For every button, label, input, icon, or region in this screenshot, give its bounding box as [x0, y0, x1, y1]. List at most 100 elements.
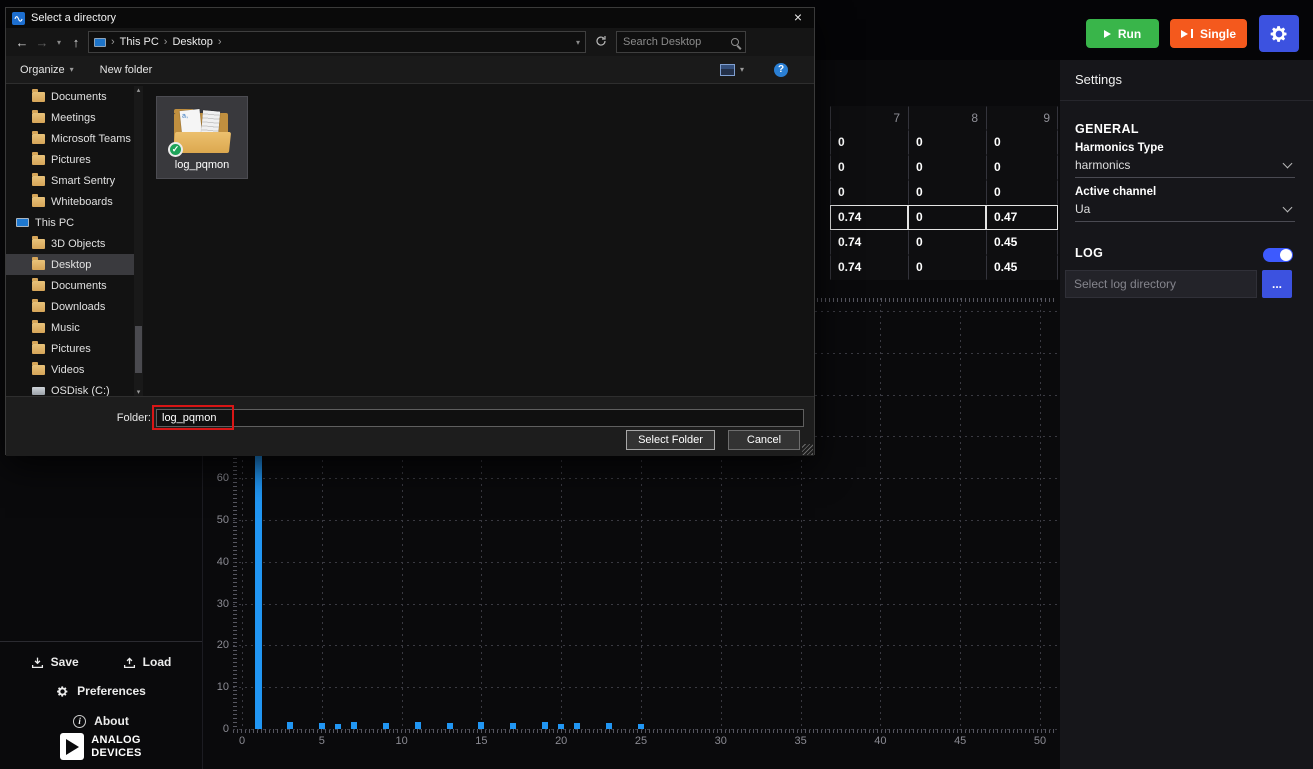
scroll-up-icon[interactable]: ▴ [134, 86, 143, 94]
breadcrumb-item-this-pc[interactable]: This PC [120, 36, 159, 48]
organize-label: Organize [20, 64, 65, 76]
chart-bar-h11 [415, 722, 421, 729]
tree-item-3d-objects[interactable]: 3D Objects [6, 233, 134, 254]
y-tick-label: 40 [201, 556, 229, 568]
info-icon: i [73, 715, 86, 728]
table-header-row: 789 [830, 106, 1058, 130]
about-button[interactable]: i About [0, 714, 202, 728]
browse-log-directory-button[interactable]: ... [1262, 270, 1292, 298]
folder-name-input[interactable] [156, 409, 804, 427]
cancel-button[interactable]: Cancel [728, 430, 800, 450]
toolbar-right-icons: ▾ ? [720, 63, 800, 77]
tree-item-smart-sentry[interactable]: Smart Sentry [6, 170, 134, 191]
folder-icon: a,✓ [173, 105, 231, 153]
harmonics-type-dropdown[interactable]: harmonics [1075, 154, 1295, 178]
tree-item-documents[interactable]: Documents [6, 275, 134, 296]
general-heading: GENERAL [1075, 122, 1139, 136]
tree-item-meetings[interactable]: Meetings [6, 107, 134, 128]
folder-icon [32, 365, 45, 375]
table-header-cell: 9 [986, 106, 1058, 130]
history-dropdown-icon[interactable]: ▾ [54, 38, 64, 47]
organize-button[interactable]: Organize ▾ [20, 64, 74, 76]
back-button[interactable]: ← [14, 35, 30, 50]
preferences-button[interactable]: Preferences [0, 684, 202, 698]
table-row[interactable]: 000 [830, 155, 1058, 180]
table-row[interactable]: 000 [830, 130, 1058, 155]
search-placeholder: Search Desktop [623, 36, 731, 48]
chart-bar-h25 [638, 724, 644, 729]
chevron-down-icon: ▾ [70, 65, 74, 74]
help-icon[interactable]: ? [774, 63, 788, 77]
active-channel-dropdown[interactable]: Ua [1075, 198, 1295, 222]
tree-scrollbar[interactable]: ▴ ▾ [134, 86, 143, 396]
logo-triangle-box [60, 733, 84, 760]
scroll-down-icon[interactable]: ▾ [134, 388, 143, 396]
search-input[interactable]: Search Desktop [616, 31, 746, 53]
h-gridline [233, 562, 1057, 563]
tree-item-whiteboards[interactable]: Whiteboards [6, 191, 134, 212]
table-cell: 0.74 [830, 255, 908, 280]
file-tile-log-pqmon[interactable]: a,✓log_pqmon [156, 96, 248, 179]
address-dropdown-icon[interactable]: ▾ [576, 38, 580, 47]
breadcrumb-separator: › [111, 36, 115, 48]
tree-item-desktop[interactable]: Desktop [6, 254, 134, 275]
tree-item-downloads[interactable]: Downloads [6, 296, 134, 317]
x-tick-label: 30 [715, 735, 727, 747]
up-button[interactable]: ↑ [68, 35, 84, 50]
log-toggle[interactable] [1263, 248, 1293, 262]
table-row[interactable]: 0.7400.45 [830, 230, 1058, 255]
table-row[interactable]: 0.7400.45 [830, 255, 1058, 280]
analog-devices-logo: ANALOG DEVICES [0, 733, 202, 760]
tree-item-this-pc[interactable]: This PC [6, 212, 134, 233]
x-axis-minor-ticks [233, 729, 1057, 733]
scrollbar-thumb[interactable] [135, 326, 142, 373]
single-button[interactable]: Single [1170, 19, 1247, 48]
sidebar-divider [0, 641, 202, 642]
table-header-cell: 8 [908, 106, 986, 130]
resize-grip[interactable] [802, 444, 813, 455]
tree-item-label: Whiteboards [51, 196, 113, 208]
settings-gear-button[interactable] [1259, 15, 1299, 52]
refresh-button[interactable] [592, 35, 610, 50]
tree-item-microsoft-teams[interactable]: Microsoft Teams [6, 128, 134, 149]
table-cell: 0 [908, 230, 986, 255]
view-icon [720, 64, 735, 76]
dialog-app-icon [12, 12, 25, 25]
select-folder-button[interactable]: Select Folder [626, 430, 715, 450]
table-row[interactable]: 0.7400.47 [830, 205, 1058, 230]
save-button[interactable]: Save [31, 655, 79, 669]
close-icon[interactable]: × [782, 8, 814, 28]
x-tick-label: 25 [635, 735, 647, 747]
tree-item-label: Microsoft Teams [51, 133, 131, 145]
play-once-icon [1181, 30, 1188, 38]
tree-item-documents[interactable]: Documents [6, 86, 134, 107]
tree-item-videos[interactable]: Videos [6, 359, 134, 380]
tree-item-osdisk-c[interactable]: OSDisk (C:) [6, 380, 134, 396]
computer-icon [16, 218, 29, 227]
table-cell: 0 [986, 180, 1058, 205]
view-selector-button[interactable]: ▾ [720, 64, 744, 76]
folder-icon [32, 155, 45, 165]
load-button[interactable]: Load [123, 655, 172, 669]
breadcrumb[interactable]: ›This PC›Desktop› ▾ [88, 31, 586, 53]
log-directory-input[interactable] [1065, 270, 1257, 298]
table-header-cell: 7 [830, 106, 908, 130]
tree-item-music[interactable]: Music [6, 317, 134, 338]
settings-panel-title: Settings [1075, 72, 1122, 87]
h-gridline [233, 687, 1057, 688]
table-cell: 0.74 [830, 205, 908, 230]
tree-item-label: Meetings [51, 112, 96, 124]
table-row[interactable]: 000 [830, 180, 1058, 205]
forward-button[interactable]: → [34, 35, 50, 50]
tree-item-label: This PC [35, 217, 74, 229]
run-button[interactable]: Run [1086, 19, 1159, 48]
dialog-title-bar[interactable]: Select a directory × [6, 8, 814, 28]
tree-item-pictures[interactable]: Pictures [6, 338, 134, 359]
new-folder-button[interactable]: New folder [100, 64, 153, 76]
chart-bar-h3 [287, 722, 293, 730]
tree-item-pictures[interactable]: Pictures [6, 149, 134, 170]
breadcrumb-item-desktop[interactable]: Desktop [172, 36, 212, 48]
dialog-title: Select a directory [31, 12, 116, 24]
chart-bar-h9 [383, 723, 389, 729]
tree-item-label: Documents [51, 91, 107, 103]
